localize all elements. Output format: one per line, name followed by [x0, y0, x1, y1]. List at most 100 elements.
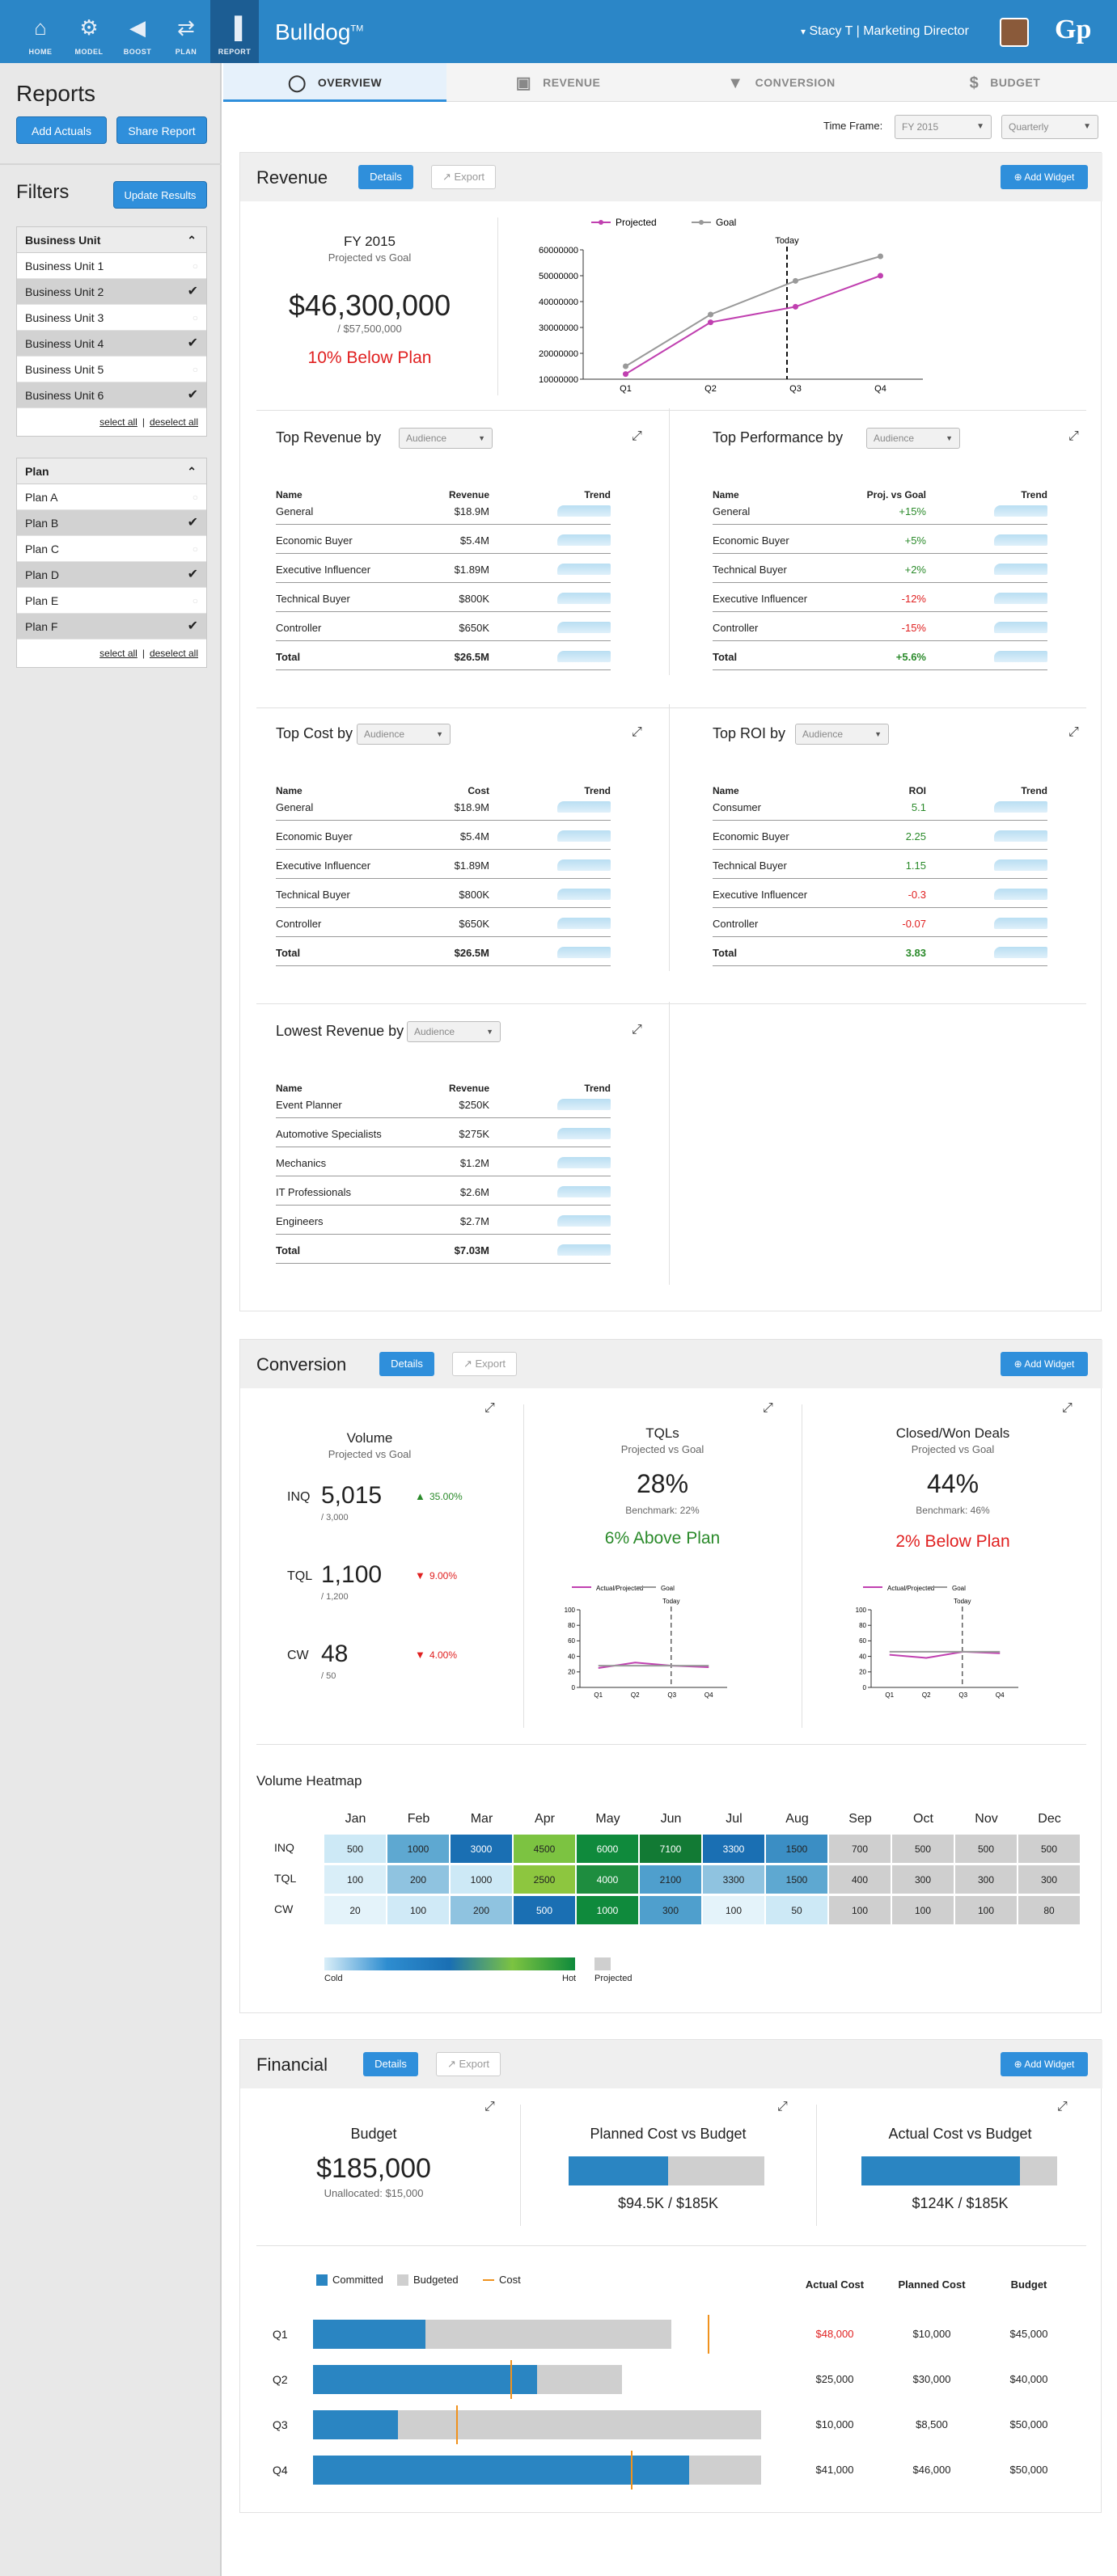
nav-plan[interactable]: ⇄ PLAN: [162, 0, 210, 63]
audience-dropdown[interactable]: Audience ▼: [795, 724, 889, 745]
nav-model[interactable]: ⚙ MODEL: [65, 0, 113, 63]
export-button[interactable]: ↗ Export: [431, 165, 496, 189]
details-button[interactable]: Details: [363, 2052, 418, 2076]
unchecked-icon[interactable]: ○: [193, 536, 198, 562]
details-button[interactable]: Details: [379, 1352, 434, 1376]
expand-icon[interactable]: ⤢: [1057, 2100, 1068, 2114]
checkmark-icon[interactable]: ✔: [188, 614, 198, 640]
heatmap-cell[interactable]: 500: [324, 1835, 387, 1864]
tab-revenue[interactable]: ▣ REVENUE: [446, 63, 670, 102]
business_unit-filter-header[interactable]: Business Unit ⌃: [17, 227, 206, 253]
details-button[interactable]: Details: [358, 165, 413, 189]
heatmap-cell[interactable]: 2100: [640, 1865, 702, 1894]
heatmap-cell[interactable]: 100: [703, 1896, 765, 1925]
expand-icon[interactable]: ⤢: [632, 725, 642, 740]
heatmap-cell[interactable]: 3000: [451, 1835, 513, 1864]
audience-dropdown[interactable]: Audience ▼: [407, 1021, 501, 1042]
heatmap-cell[interactable]: 50: [766, 1896, 828, 1925]
heatmap-cell[interactable]: 7100: [640, 1835, 702, 1864]
audience-dropdown[interactable]: Audience ▼: [866, 428, 960, 449]
heatmap-cell[interactable]: 80: [1018, 1896, 1081, 1925]
export-button[interactable]: ↗ Export: [436, 2052, 501, 2076]
export-button[interactable]: ↗ Export: [452, 1352, 517, 1376]
audience-dropdown[interactable]: Audience ▼: [357, 724, 451, 745]
heatmap-cell[interactable]: 6000: [577, 1835, 639, 1864]
add-widget-button[interactable]: ⊕ Add Widget: [1001, 2052, 1088, 2076]
expand-icon[interactable]: ⤢: [484, 2100, 495, 2114]
nav-home[interactable]: ⌂ HOME: [16, 0, 65, 63]
heatmap-cell[interactable]: 700: [829, 1835, 891, 1864]
expand-icon[interactable]: ⤢: [1062, 1401, 1073, 1416]
avatar[interactable]: [1000, 18, 1029, 47]
unchecked-icon[interactable]: ○: [193, 253, 198, 279]
heatmap-cell[interactable]: 300: [1018, 1865, 1081, 1894]
heatmap-cell[interactable]: 300: [640, 1896, 702, 1925]
expand-icon[interactable]: ⤢: [763, 1401, 773, 1416]
filter-option[interactable]: Plan A ○: [17, 484, 206, 510]
heatmap-cell[interactable]: 4500: [514, 1835, 576, 1864]
unchecked-icon[interactable]: ○: [193, 305, 198, 331]
heatmap-cell[interactable]: 300: [892, 1865, 954, 1894]
heatmap-cell[interactable]: 4000: [577, 1865, 639, 1894]
filter-option[interactable]: Business Unit 4 ✔: [17, 331, 206, 357]
heatmap-cell[interactable]: 100: [892, 1896, 954, 1925]
period-select[interactable]: Quarterly ▼: [1001, 115, 1098, 139]
expand-icon[interactable]: ⤢: [777, 2100, 788, 2114]
checkmark-icon[interactable]: ✔: [188, 279, 198, 305]
nav-report[interactable]: ▐ REPORT: [210, 0, 259, 63]
heatmap-cell[interactable]: 1500: [766, 1865, 828, 1894]
nav-boost[interactable]: ◀ BOOST: [113, 0, 162, 63]
heatmap-cell[interactable]: 3300: [703, 1865, 765, 1894]
checkmark-icon[interactable]: ✔: [188, 510, 198, 536]
filter-option[interactable]: Plan B ✔: [17, 510, 206, 536]
heatmap-cell[interactable]: 20: [324, 1896, 387, 1925]
update-results-button[interactable]: Update Results: [113, 181, 207, 209]
select-all-link[interactable]: select all: [99, 648, 138, 659]
add-widget-button[interactable]: ⊕ Add Widget: [1001, 165, 1088, 189]
plan-filter-header[interactable]: Plan ⌃: [17, 458, 206, 484]
heatmap-cell[interactable]: 100: [955, 1896, 1018, 1925]
share-report-button[interactable]: Share Report: [116, 116, 207, 144]
add-widget-button[interactable]: ⊕ Add Widget: [1001, 1352, 1088, 1376]
heatmap-cell[interactable]: 500: [892, 1835, 954, 1864]
audience-dropdown[interactable]: Audience ▼: [399, 428, 493, 449]
tab-overview[interactable]: ◯ OVERVIEW: [223, 63, 446, 102]
user-menu[interactable]: ▾ Stacy T | Marketing Director: [801, 24, 969, 39]
heatmap-cell[interactable]: 500: [1018, 1835, 1081, 1864]
checkmark-icon[interactable]: ✔: [188, 331, 198, 357]
heatmap-cell[interactable]: 1000: [387, 1835, 450, 1864]
heatmap-cell[interactable]: 500: [955, 1835, 1018, 1864]
filter-option[interactable]: Business Unit 5 ○: [17, 357, 206, 382]
expand-icon[interactable]: ⤢: [1068, 725, 1079, 740]
filter-option[interactable]: Plan E ○: [17, 588, 206, 614]
heatmap-cell[interactable]: 100: [387, 1896, 450, 1925]
unchecked-icon[interactable]: ○: [193, 588, 198, 614]
filter-option[interactable]: Business Unit 6 ✔: [17, 382, 206, 408]
tab-budget[interactable]: $ BUDGET: [893, 63, 1117, 102]
tab-conversion[interactable]: ▼ CONVERSION: [670, 63, 893, 102]
add-actuals-button[interactable]: Add Actuals: [16, 116, 107, 144]
filter-option[interactable]: Plan F ✔: [17, 614, 206, 640]
checkmark-icon[interactable]: ✔: [188, 562, 198, 588]
heatmap-cell[interactable]: 500: [514, 1896, 576, 1925]
select-all-link[interactable]: select all: [99, 416, 138, 428]
filter-option[interactable]: Business Unit 3 ○: [17, 305, 206, 331]
filter-option[interactable]: Plan C ○: [17, 536, 206, 562]
heatmap-cell[interactable]: 3300: [703, 1835, 765, 1864]
unchecked-icon[interactable]: ○: [193, 357, 198, 382]
heatmap-cell[interactable]: 1000: [451, 1865, 513, 1894]
year-select[interactable]: FY 2015 ▼: [895, 115, 992, 139]
filter-option[interactable]: Business Unit 2 ✔: [17, 279, 206, 305]
heatmap-cell[interactable]: 1500: [766, 1835, 828, 1864]
heatmap-cell[interactable]: 1000: [577, 1896, 639, 1925]
expand-icon[interactable]: ⤢: [1068, 429, 1079, 444]
deselect-all-link[interactable]: deselect all: [150, 648, 198, 659]
expand-icon[interactable]: ⤢: [484, 1401, 495, 1416]
unchecked-icon[interactable]: ○: [193, 484, 198, 510]
deselect-all-link[interactable]: deselect all: [150, 416, 198, 428]
heatmap-cell[interactable]: 100: [324, 1865, 387, 1894]
heatmap-cell[interactable]: 100: [829, 1896, 891, 1925]
heatmap-cell[interactable]: 200: [387, 1865, 450, 1894]
heatmap-cell[interactable]: 400: [829, 1865, 891, 1894]
heatmap-cell[interactable]: 200: [451, 1896, 513, 1925]
